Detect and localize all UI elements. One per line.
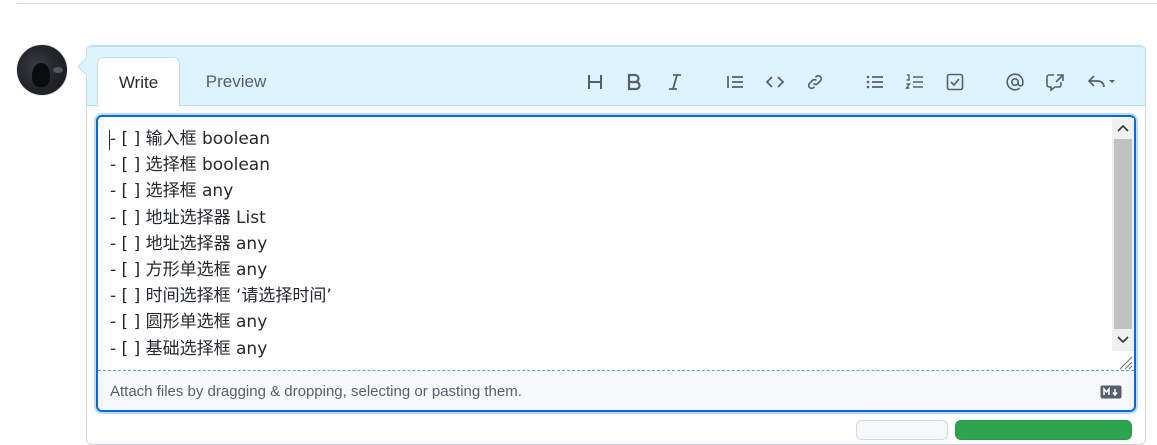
editor-line: - [ ] 地址选择器 any <box>110 233 268 254</box>
quote-icon[interactable] <box>722 69 748 95</box>
cancel-button[interactable] <box>856 420 948 440</box>
code-icon[interactable] <box>762 69 788 95</box>
editor-line: - [ ] 基础选择框 any <box>110 338 268 359</box>
scroll-up-arrow[interactable] <box>1112 118 1134 138</box>
cross-reference-icon[interactable] <box>1042 69 1068 95</box>
tab-write[interactable]: Write <box>97 57 180 107</box>
tab-preview[interactable]: Preview <box>196 57 276 107</box>
avatar-figure <box>32 63 50 87</box>
task-list-icon[interactable] <box>942 69 968 95</box>
mention-icon[interactable] <box>1002 69 1028 95</box>
submit-button[interactable] <box>955 420 1132 440</box>
editor-line: - [ ] 方形单选框 any <box>110 259 268 280</box>
avatar-light <box>53 67 63 73</box>
resize-handle-icon[interactable] <box>1115 352 1133 370</box>
editor-line: - [ ] 选择框 any <box>110 181 234 202</box>
italic-icon[interactable] <box>662 69 688 95</box>
editor-line: - [ ] 输入框 boolean <box>110 129 270 149</box>
scroll-down-arrow[interactable] <box>1112 330 1134 350</box>
unordered-list-icon[interactable] <box>862 69 888 95</box>
bold-icon[interactable] <box>621 69 647 95</box>
editor-content[interactable]: - [ ] 输入框 boolean - [ ] 选择框 boolean - [ … <box>110 126 1110 362</box>
editor-line: - [ ] 圆形单选框 any <box>110 312 268 333</box>
ordered-list-icon[interactable] <box>902 69 928 95</box>
text-caret <box>109 130 110 150</box>
top-divider <box>17 3 1157 4</box>
attach-files-text: Attach files by dragging & dropping, sel… <box>110 383 522 400</box>
editor-line: - [ ] 选择框 boolean <box>110 155 270 176</box>
editor-line: - [ ] 时间选择框 ‘请选择时间’ <box>110 286 332 307</box>
scrollbar-thumb[interactable] <box>1114 139 1132 329</box>
markdown-icon[interactable] <box>1100 385 1122 399</box>
heading-icon[interactable] <box>582 69 608 95</box>
reply-icon[interactable] <box>1084 69 1120 95</box>
link-icon[interactable] <box>802 69 828 95</box>
editor-line: - [ ] 地址选择器 List <box>110 207 266 228</box>
avatar[interactable] <box>16 44 68 96</box>
